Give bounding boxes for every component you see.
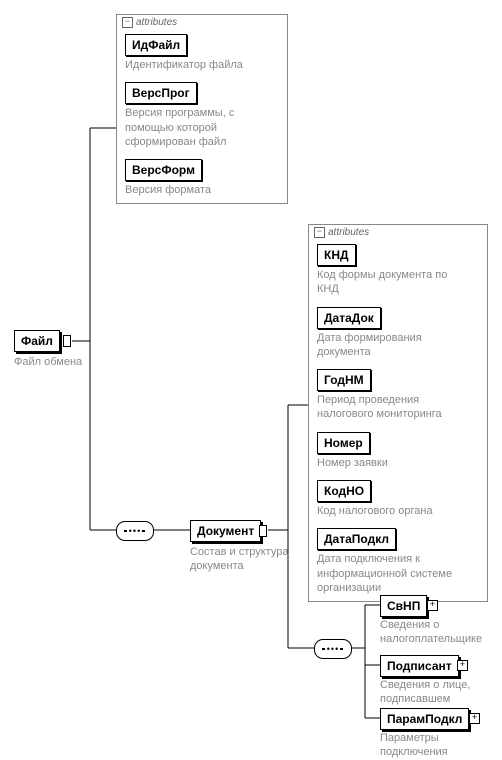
attr-nomer-desc: Номер заявки [317,456,467,470]
node-file[interactable]: Файл [14,330,60,352]
attr-idfile-desc: Идентификатор файла [125,58,275,72]
node-file-label: Файл [21,334,53,348]
node-svnp-label: СвНП [387,599,420,613]
sequence-connector-1: ••• [116,521,154,541]
attr-versprog[interactable]: ВерсПрог [125,82,197,104]
attr-datapodkl-desc: Дата подключения к информационной систем… [317,552,467,595]
attr-versprog-desc: Версия программы, с помощью которой сфор… [125,106,275,149]
collapse-icon[interactable]: − [122,17,133,28]
node-document-label: Документ [197,524,254,538]
attr-idfile[interactable]: ИдФайл [125,34,187,56]
collapse-icon[interactable]: − [314,227,325,238]
expand-icon-svnp[interactable]: + [427,600,438,611]
expand-tab-file[interactable] [63,335,71,347]
attr-kodno[interactable]: КодНО [317,480,371,502]
expand-icon-parampodkl[interactable]: + [469,713,480,724]
attr-versform[interactable]: ВерсФорм [125,159,202,181]
attr-datapodkl[interactable]: ДатаПодкл [317,528,396,550]
attributes-header-2[interactable]: − attributes [309,225,487,240]
expand-tab-document[interactable] [259,525,267,537]
attributes-header-1[interactable]: − attributes [117,15,287,30]
node-parampodkl-desc: Параметры подключения [380,731,490,760]
node-svnp-desc: Сведения о налогоплательщике [380,618,495,647]
attr-knd-desc: Код формы документа по КНД [317,268,467,297]
node-document-desc: Состав и структура документа [190,545,300,574]
node-parampodkl[interactable]: ПарамПодкл [380,708,469,730]
attr-godnm-desc: Период проведения налогового мониторинга [317,393,467,422]
attr-datadok-desc: Дата формирования документа [317,331,467,360]
node-parampodkl-label: ПарамПодкл [387,712,462,726]
sequence-connector-2: ••• [314,639,352,659]
attr-nomer[interactable]: Номер [317,432,370,454]
attr-knd[interactable]: КНД [317,244,356,266]
attr-kodno-desc: Код налогового органа [317,504,467,518]
attributes-group-document: − attributes КНД Код формы документа по … [308,224,488,602]
node-podpisant-label: Подписант [387,659,452,673]
attr-datadok[interactable]: ДатаДок [317,307,381,329]
node-svnp[interactable]: СвНП [380,595,427,617]
attr-versform-desc: Версия формата [125,183,275,197]
node-document[interactable]: Документ [190,520,261,542]
attributes-group-file: − attributes ИдФайл Идентификатор файла … [116,14,288,204]
attr-godnm[interactable]: ГодНМ [317,369,371,391]
node-file-desc: Файл обмена [14,355,104,369]
expand-icon-podpisant[interactable]: + [457,660,468,671]
node-podpisant[interactable]: Подписант [380,655,459,677]
